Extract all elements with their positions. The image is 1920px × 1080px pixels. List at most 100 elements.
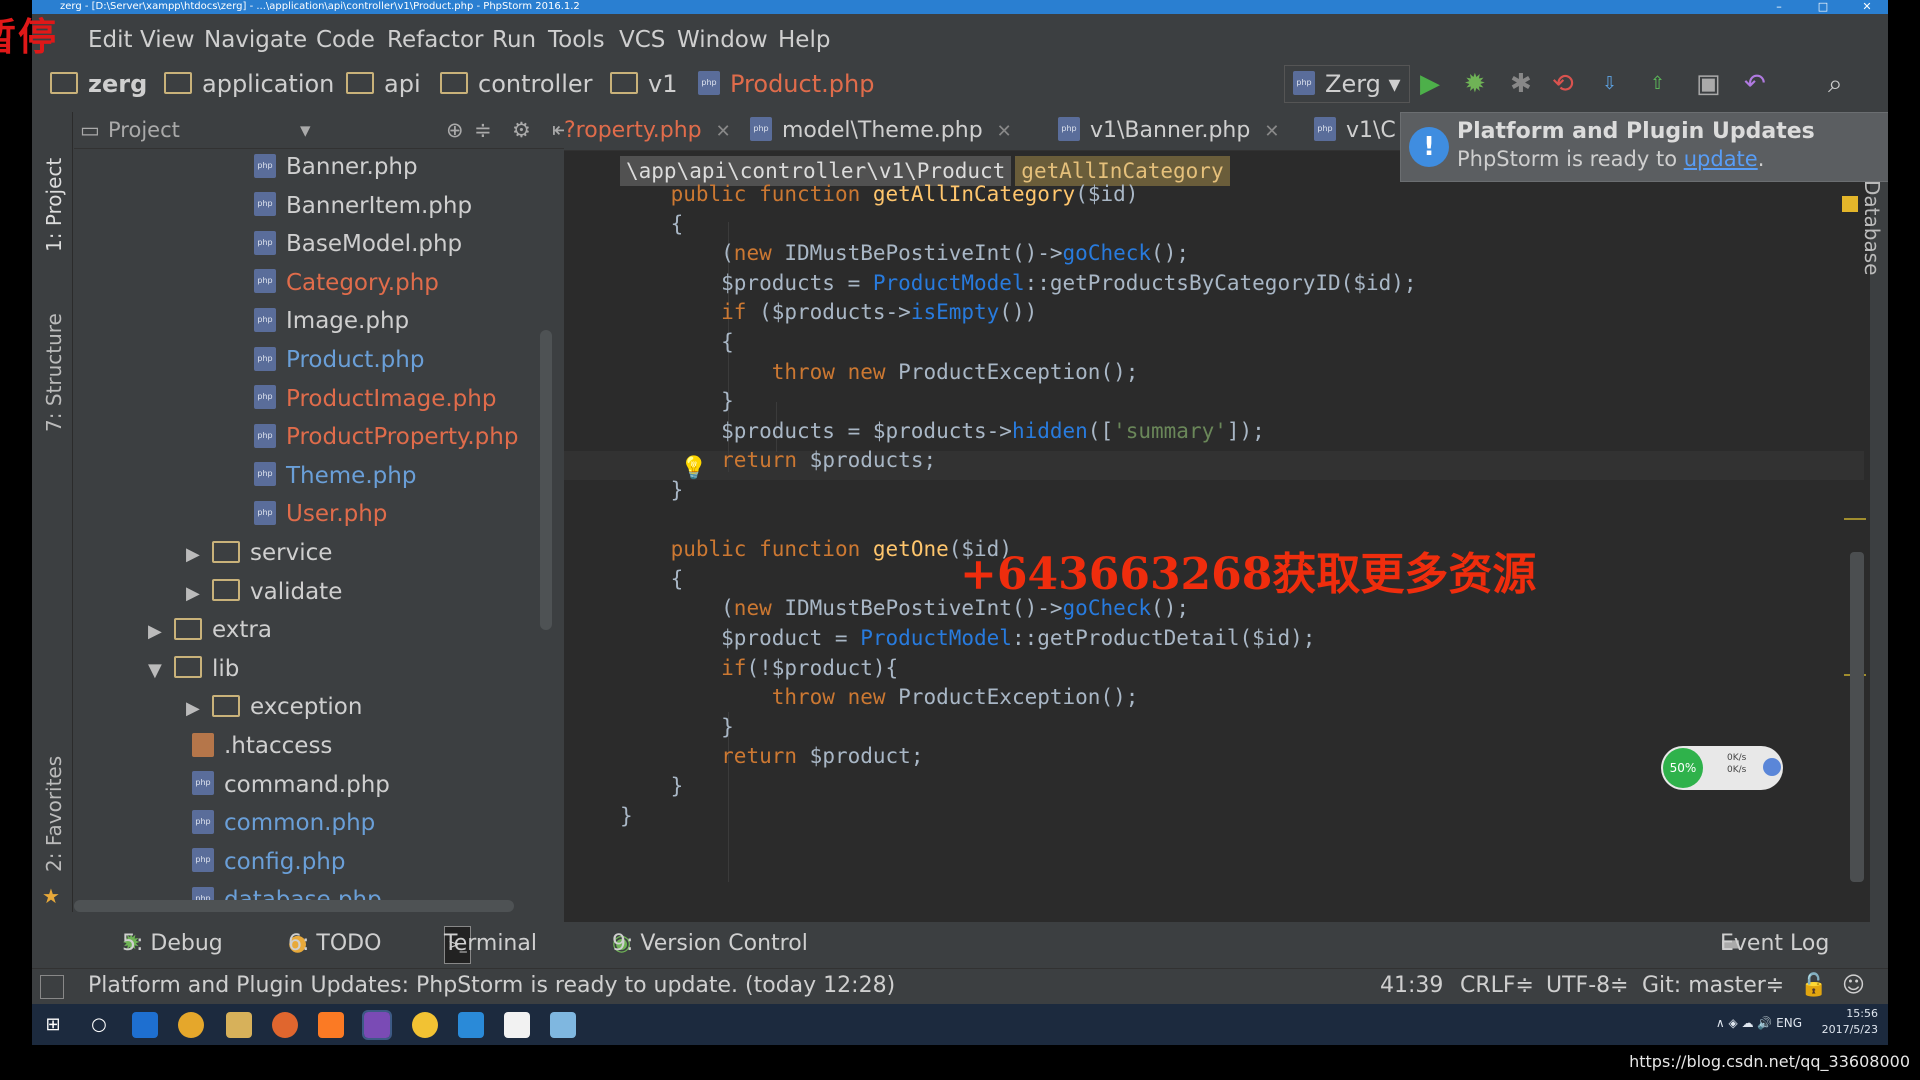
tree-file[interactable]: php BaseModel.php bbox=[254, 225, 462, 263]
tree-folder-lib[interactable]: ▼ lib bbox=[148, 650, 239, 688]
explorer-icon[interactable] bbox=[226, 1012, 252, 1038]
menu-code[interactable]: Code bbox=[316, 24, 375, 56]
tree-file[interactable]: php BannerItem.php bbox=[254, 187, 472, 225]
edge-icon[interactable] bbox=[132, 1012, 158, 1038]
nav-crumb-zerg[interactable]: zerg bbox=[50, 64, 147, 104]
line-separator[interactable]: CRLF≑ bbox=[1460, 969, 1534, 1003]
app-icon[interactable] bbox=[412, 1012, 438, 1038]
menu-window[interactable]: Window bbox=[677, 24, 768, 56]
collapse-arrow-icon[interactable]: ▶ bbox=[186, 536, 212, 574]
code-editor[interactable]: ?roperty.php ✕ php model\Theme.php ✕ php v1\… bbox=[564, 112, 1870, 922]
menu-vcs[interactable]: VCS bbox=[619, 24, 665, 56]
tree-file[interactable]: php ProductImage.php bbox=[254, 380, 496, 418]
tree-file[interactable]: php Product.php bbox=[254, 341, 424, 379]
tool-structure[interactable]: 7: Structure bbox=[42, 313, 66, 432]
stop-icon[interactable]: ⟲ bbox=[1552, 70, 1574, 98]
menu-refactor[interactable]: Refactor bbox=[387, 24, 483, 56]
close-button[interactable]: ✕ bbox=[1850, 0, 1884, 14]
minimize-button[interactable]: – bbox=[1762, 0, 1796, 14]
collapse-icon[interactable]: ≑ bbox=[474, 112, 492, 148]
menu-view[interactable]: View bbox=[140, 24, 195, 56]
app-icon[interactable] bbox=[550, 1012, 576, 1038]
tool-database[interactable]: Database bbox=[1860, 180, 1884, 275]
project-view-select[interactable]: Project bbox=[108, 112, 180, 148]
collapse-arrow-icon[interactable]: ▶ bbox=[186, 575, 212, 613]
close-icon[interactable]: ✕ bbox=[1264, 121, 1279, 142]
tree-file[interactable]: php common.php bbox=[192, 804, 375, 842]
menu-navigate[interactable]: Navigate bbox=[204, 24, 307, 56]
network-speed-widget[interactable]: 50% 0K/s 0K/s bbox=[1661, 746, 1783, 790]
menu-run[interactable]: Run bbox=[492, 24, 536, 56]
maximize-button[interactable]: □ bbox=[1806, 0, 1840, 14]
tree-file[interactable]: .htaccess bbox=[192, 727, 332, 765]
chrome-icon[interactable] bbox=[178, 1012, 204, 1038]
history-icon[interactable]: ▣ bbox=[1696, 70, 1721, 98]
xampp-icon[interactable] bbox=[318, 1012, 344, 1038]
nav-crumb-product[interactable]: php Product.php bbox=[698, 64, 874, 104]
lightbulb-icon[interactable]: 💡 bbox=[680, 456, 707, 481]
menu-tools[interactable]: Tools bbox=[548, 24, 605, 56]
tool-favorites[interactable]: 2: Favorites bbox=[42, 756, 66, 872]
code-token: getAllInCategory bbox=[872, 182, 1076, 206]
editor-scrollbar[interactable] bbox=[1850, 552, 1864, 882]
tree-folder-exception[interactable]: ▶ exception bbox=[186, 688, 362, 726]
gear-icon[interactable]: ⚙ bbox=[512, 112, 531, 148]
tree-file[interactable]: php command.php bbox=[192, 766, 390, 804]
file-encoding[interactable]: UTF-8≑ bbox=[1546, 969, 1629, 1003]
clock[interactable]: 15:56 2017/5/23 bbox=[1822, 1006, 1878, 1038]
vcs-update-icon[interactable]: ⇩ bbox=[1602, 70, 1617, 98]
debug-icon[interactable]: ✹ bbox=[1464, 70, 1486, 98]
hector-icon[interactable]: ☺ bbox=[1842, 969, 1865, 1003]
collapse-arrow-icon[interactable]: ▶ bbox=[148, 613, 174, 651]
nav-crumb-application[interactable]: application bbox=[164, 64, 334, 104]
toggle-tool-windows-icon[interactable] bbox=[40, 975, 64, 999]
tab-v1c[interactable]: php v1\C bbox=[1314, 112, 1396, 150]
tab-theme[interactable]: php model\Theme.php ✕ bbox=[750, 112, 1012, 151]
caret-position[interactable]: 41:39 bbox=[1380, 969, 1443, 1003]
expand-arrow-icon[interactable]: ▼ bbox=[148, 652, 174, 690]
close-icon[interactable]: ✕ bbox=[997, 121, 1012, 142]
tree-file[interactable]: php Image.php bbox=[254, 302, 409, 340]
chevron-down-icon[interactable]: ▾ bbox=[300, 112, 311, 148]
tree-folder-service[interactable]: ▶ service bbox=[186, 534, 332, 572]
project-scrollbar[interactable] bbox=[540, 330, 552, 630]
vscode-icon[interactable] bbox=[458, 1012, 484, 1038]
menu-help[interactable]: Help bbox=[778, 24, 830, 56]
tree-file[interactable]: php User.php bbox=[254, 495, 387, 533]
locate-icon[interactable]: ⊕ bbox=[446, 112, 464, 148]
collapse-arrow-icon[interactable]: ▶ bbox=[186, 690, 212, 728]
status-message[interactable]: Platform and Plugin Updates: PhpStorm is… bbox=[88, 969, 895, 1003]
tree-folder-validate[interactable]: ▶ validate bbox=[186, 573, 342, 611]
coverage-icon[interactable]: ✱ bbox=[1510, 70, 1532, 98]
nav-crumb-controller[interactable]: controller bbox=[440, 64, 593, 104]
run-config-select[interactable]: php Zerg ▾ bbox=[1284, 65, 1410, 103]
editor-app-icon[interactable] bbox=[504, 1012, 530, 1038]
tree-file[interactable]: php Category.php bbox=[254, 264, 439, 302]
search-icon[interactable]: ⌕ bbox=[1828, 70, 1843, 98]
tree-file[interactable]: php ProductProperty.php bbox=[254, 418, 518, 456]
vcs-commit-icon[interactable]: ⇧ bbox=[1650, 70, 1665, 98]
run-icon[interactable]: ▶ bbox=[1420, 70, 1440, 98]
tree-folder-extra[interactable]: ▶ extra bbox=[148, 611, 272, 649]
tab-banner[interactable]: php v1\Banner.php ✕ bbox=[1058, 112, 1279, 151]
update-link[interactable]: update bbox=[1684, 147, 1758, 171]
close-icon[interactable]: ✕ bbox=[716, 121, 731, 142]
update-notification[interactable]: ! Platform and Plugin Updates PhpStorm i… bbox=[1400, 112, 1888, 182]
tab-property[interactable]: ?roperty.php ✕ bbox=[564, 112, 731, 151]
nav-crumb-v1[interactable]: v1 bbox=[610, 64, 677, 104]
phpstorm-icon[interactable] bbox=[362, 1010, 392, 1040]
project-horizontal-scrollbar[interactable] bbox=[74, 900, 514, 912]
cortana-icon[interactable]: ○ bbox=[86, 1012, 112, 1038]
lock-icon[interactable]: 🔓 bbox=[1800, 969, 1827, 1003]
tree-file[interactable]: php Theme.php bbox=[254, 457, 416, 495]
nav-crumb-api[interactable]: api bbox=[346, 64, 421, 104]
windows-start-icon[interactable]: ⊞ bbox=[40, 1012, 66, 1038]
tree-file[interactable]: php config.php bbox=[192, 843, 345, 881]
menu-edit[interactable]: Edit bbox=[88, 24, 133, 56]
git-branch[interactable]: Git: master≑ bbox=[1642, 969, 1784, 1003]
tool-project[interactable]: 1: Project bbox=[42, 158, 66, 252]
revert-icon[interactable]: ↶ bbox=[1744, 70, 1766, 98]
system-tray[interactable]: ∧ ◈ ☁ 🔊 ENG bbox=[1716, 1016, 1802, 1030]
tree-file[interactable]: php Banner.php bbox=[254, 148, 418, 186]
firefox-icon[interactable] bbox=[272, 1012, 298, 1038]
